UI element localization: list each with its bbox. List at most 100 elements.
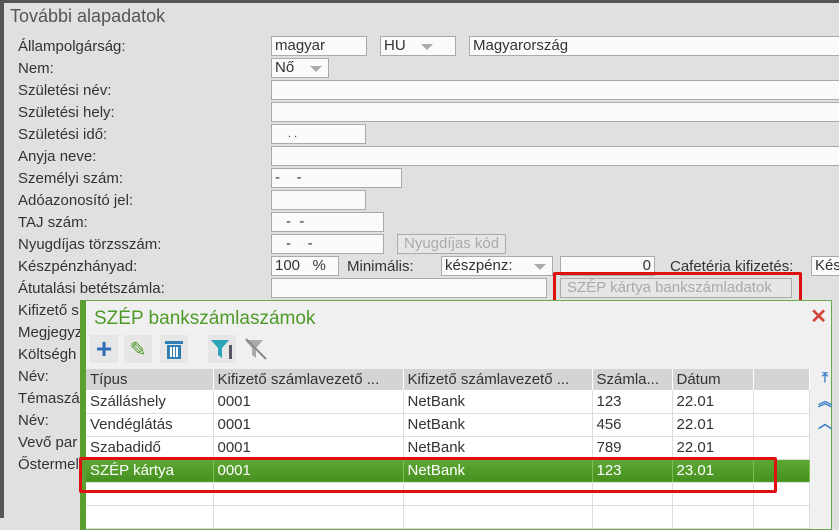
table-cell: 0001 — [213, 390, 404, 414]
dialog-title: SZÉP bankszámlaszámok — [94, 308, 316, 329]
birth-place-field[interactable] — [271, 102, 839, 122]
pension-id-field[interactable]: - - — [271, 234, 384, 254]
szep-bank-details-button[interactable]: SZÉP kártya bankszámladatok — [560, 278, 792, 298]
table-cell — [753, 436, 810, 460]
edit-button[interactable]: ✎ — [124, 335, 152, 363]
table-cell: 456 — [592, 413, 673, 437]
table-cell: NetBank — [403, 436, 593, 460]
birth-date-field[interactable]: . . — [271, 124, 366, 144]
table-cell: NetBank — [403, 413, 593, 437]
filter-button[interactable] — [208, 335, 236, 363]
table-cell — [86, 482, 214, 506]
add-button[interactable]: + — [90, 335, 118, 363]
country-field[interactable]: Magyarország — [469, 36, 839, 56]
table-cell: SZÉP kártya — [86, 459, 214, 483]
trash-icon — [165, 341, 183, 359]
clear-filter-button[interactable] — [242, 335, 270, 363]
scroll-top-icon[interactable]: ⤒ — [816, 369, 834, 386]
page-up-icon[interactable]: ︽ — [816, 391, 834, 411]
table-cell — [753, 505, 810, 529]
column-header[interactable]: Dátum — [672, 369, 754, 390]
table-cell — [592, 482, 673, 506]
filter-icon — [211, 340, 232, 359]
column-header[interactable] — [753, 369, 810, 390]
table-row[interactable]: Vendéglátás 0001 NetBank 456 22.01 — [86, 413, 810, 437]
table-cell: 0001 — [213, 413, 404, 437]
minimal-label: Minimális: — [347, 258, 414, 275]
gender-select[interactable]: Nő — [271, 58, 329, 78]
minimal-select-value: készpénz: — [445, 257, 513, 274]
transfer-account-field[interactable] — [271, 278, 547, 298]
birth-name-field[interactable] — [271, 80, 839, 100]
percent-sign: % — [312, 257, 326, 274]
chevron-down-icon — [310, 66, 322, 72]
delete-button[interactable] — [160, 335, 188, 363]
field-label: Adóazonosító jel: — [18, 192, 134, 209]
field-label: Átutalási betétszámla: — [18, 280, 165, 297]
taj-field[interactable]: - - — [271, 212, 384, 232]
table-row[interactable]: SZÉP kártya 0001 NetBank 123 23.01 — [86, 459, 810, 483]
chevron-down-icon — [534, 264, 546, 270]
field-label: Név: — [18, 412, 49, 429]
table-cell — [753, 390, 810, 414]
table-cell: Szálláshely — [86, 390, 214, 414]
chevron-down-icon — [421, 44, 433, 50]
field-label: Név: — [18, 368, 49, 385]
table-cell: Szabadidő — [86, 436, 214, 460]
table-cell — [753, 459, 810, 483]
cash-percent-value: 100 — [275, 257, 301, 274]
table-cell — [213, 482, 404, 506]
field-label: Megjegyz — [18, 324, 83, 341]
column-header[interactable]: Típus — [86, 369, 214, 390]
cafeteria-label: Cafetéria kifizetés: — [670, 258, 794, 275]
minimal-value-field[interactable]: 0 — [560, 256, 655, 276]
column-header[interactable]: Kifizető számlavezető ... — [213, 369, 404, 390]
table-cell — [403, 505, 593, 529]
mother-name-field[interactable] — [271, 146, 839, 166]
personal-id-field[interactable]: - - — [271, 168, 402, 188]
pension-code-button[interactable]: Nyugdíjas kód — [397, 234, 507, 254]
field-label: Állampolgárság: — [18, 38, 126, 55]
table-cell — [672, 505, 754, 529]
filter-clear-icon — [245, 338, 267, 360]
tax-id-field[interactable] — [271, 190, 366, 210]
nationality-field[interactable]: magyar — [271, 36, 367, 56]
szep-accounts-dialog: SZÉP bankszámlaszámok ✕ + ✎ Típus Kifizet… — [80, 300, 832, 530]
column-header[interactable]: Kifizető számlavezető ... — [403, 369, 593, 390]
field-label: Nyugdíjas törzsszám: — [18, 236, 162, 253]
field-label: Őstermel — [18, 456, 79, 473]
table-cell — [403, 482, 593, 506]
cafeteria-select[interactable]: Kés — [811, 256, 839, 276]
field-label: Személyi szám: — [18, 170, 124, 187]
country-code-select[interactable]: HU — [380, 36, 456, 56]
table-cell: 0001 — [213, 459, 404, 483]
table-row[interactable] — [86, 482, 810, 506]
field-label: Nem: — [18, 60, 54, 77]
table-cell: 22.01 — [672, 390, 754, 414]
table-cell: Vendéglátás — [86, 413, 214, 437]
table-cell: 22.01 — [672, 413, 754, 437]
scroll-up-icon[interactable]: ︿ — [816, 413, 834, 433]
field-label: Születési név: — [18, 82, 112, 99]
field-label: Témaszá — [18, 390, 80, 407]
column-header[interactable]: Számla... — [592, 369, 673, 390]
close-icon[interactable]: ✕ — [810, 304, 827, 329]
table-cell — [672, 482, 754, 506]
table-cell: 0001 — [213, 436, 404, 460]
cash-percent-field[interactable]: 100 % — [271, 256, 339, 276]
table-cell: 123 — [592, 390, 673, 414]
pencil-icon: ✎ — [129, 338, 147, 361]
table-cell: NetBank — [403, 459, 593, 483]
table-cell — [592, 505, 673, 529]
table-row[interactable]: Szálláshely 0001 NetBank 123 22.01 — [86, 390, 810, 414]
table-cell: 789 — [592, 436, 673, 460]
minimal-select[interactable]: készpénz: — [441, 256, 553, 276]
table-row[interactable]: Szabadidő 0001 NetBank 789 22.01 — [86, 436, 810, 460]
table-cell — [213, 505, 404, 529]
field-label: Születési hely: — [18, 104, 115, 121]
table-row[interactable] — [86, 505, 810, 529]
table-cell: 123 — [592, 459, 673, 483]
gender-value: Nő — [275, 59, 295, 76]
section-title: További alapadatok — [10, 6, 166, 26]
field-label: Készpénzhányad: — [18, 258, 138, 275]
